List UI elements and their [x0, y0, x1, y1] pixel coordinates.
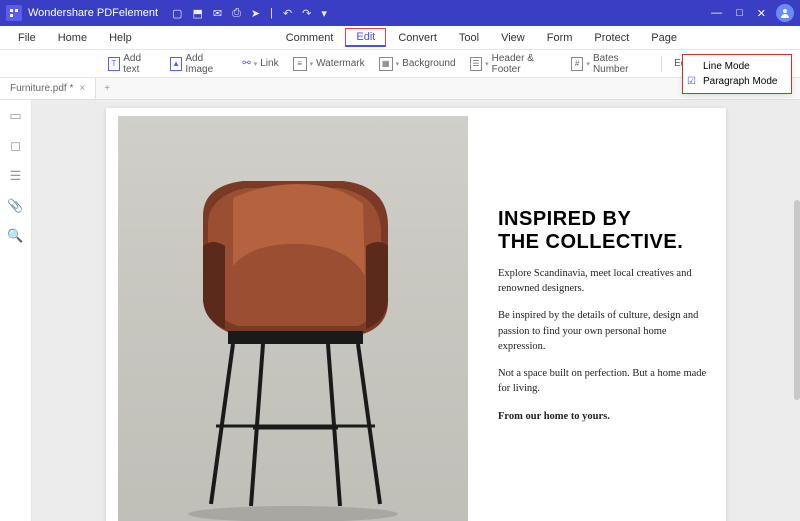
menu-view[interactable]: View — [491, 29, 535, 47]
app-logo — [6, 5, 22, 21]
send-icon[interactable]: ➤ — [251, 7, 260, 20]
edit-mode-dropdown: Line Mode Paragraph Mode — [682, 54, 792, 94]
close-button[interactable]: ✕ — [757, 7, 766, 20]
attachments-icon[interactable]: 📎 — [8, 198, 24, 214]
paragraph-3[interactable]: Not a space built on perfection. But a h… — [498, 366, 708, 396]
menu-file[interactable]: File — [8, 29, 46, 47]
menu-protect[interactable]: Protect — [584, 29, 639, 47]
header-footer-button[interactable]: ☰▾Header & Footer — [466, 53, 561, 75]
watermark-button[interactable]: ≡▾Watermark — [289, 57, 369, 71]
document-text-column: INSPIRED BY THE COLLECTIVE. Explore Scan… — [498, 208, 708, 424]
link-button[interactable]: ⚯▾Link — [238, 58, 282, 69]
thumbnails-icon[interactable]: ▭ — [8, 108, 24, 124]
maximize-button[interactable]: □ — [736, 7, 743, 19]
menu-form[interactable]: Form — [537, 29, 583, 47]
bookmark-icon[interactable]: ◻ — [8, 138, 24, 154]
watermark-icon: ≡ — [293, 57, 307, 71]
divider-icon: | — [270, 7, 273, 19]
menu-convert[interactable]: Convert — [388, 29, 447, 47]
background-button[interactable]: ▦▾Background — [375, 57, 460, 71]
heading-line1[interactable]: INSPIRED BY — [498, 208, 708, 231]
line-mode-option[interactable]: Line Mode — [683, 59, 791, 74]
separator — [661, 56, 662, 72]
paragraph-4[interactable]: From our home to yours. — [498, 409, 708, 424]
print-icon[interactable]: ⎙ — [232, 7, 241, 20]
chair-image — [118, 116, 468, 521]
text-icon: T — [108, 57, 121, 71]
redo-icon[interactable]: ↷ — [302, 7, 311, 20]
menubar: File Home Help Comment Edit Convert Tool… — [0, 26, 800, 50]
search-icon[interactable]: 🔍 — [8, 228, 24, 244]
titlebar: Wondershare PDFelement ▢ ⬒ ✉ ⎙ ➤ | ↶ ↷ ▾… — [0, 0, 800, 26]
bates-number-button[interactable]: #▾Bates Number — [567, 53, 653, 75]
menu-tool[interactable]: Tool — [449, 29, 489, 47]
tab-furniture[interactable]: Furniture.pdf * × — [0, 78, 96, 99]
main-area: ▭ ◻ ☰ 📎 🔍 — [0, 100, 800, 521]
header-footer-icon: ☰ — [470, 57, 483, 71]
minimize-button[interactable]: — — [711, 7, 722, 19]
menu-edit[interactable]: Edit — [345, 28, 386, 47]
bates-icon: # — [571, 57, 584, 71]
background-icon: ▦ — [379, 57, 393, 71]
tab-label: Furniture.pdf * — [10, 83, 73, 94]
edit-toolbar: TAdd text ▲Add Image ⚯▾Link ≡▾Watermark … — [0, 50, 800, 78]
image-icon: ▲ — [170, 57, 183, 71]
paragraph-1[interactable]: Explore Scandinavia, meet local creative… — [498, 266, 708, 296]
menu-help[interactable]: Help — [99, 29, 142, 47]
window-controls: — □ ✕ — [711, 7, 766, 20]
more-icon[interactable]: ▾ — [321, 7, 327, 20]
app-title: Wondershare PDFelement — [28, 7, 158, 19]
add-image-button[interactable]: ▲Add Image — [166, 53, 233, 75]
document-tabs: Furniture.pdf * × + — [0, 78, 800, 100]
vertical-scrollbar[interactable] — [794, 200, 800, 400]
add-text-button[interactable]: TAdd text — [104, 53, 160, 75]
pdf-page[interactable]: INSPIRED BY THE COLLECTIVE. Explore Scan… — [106, 108, 726, 521]
mail-icon[interactable]: ✉ — [213, 7, 222, 20]
document-canvas[interactable]: INSPIRED BY THE COLLECTIVE. Explore Scan… — [32, 100, 800, 521]
open-icon[interactable]: ▢ — [172, 7, 182, 20]
quick-access: ▢ ⬒ ✉ ⎙ ➤ | ↶ ↷ ▾ — [172, 7, 327, 20]
user-avatar[interactable] — [776, 4, 794, 22]
menu-home[interactable]: Home — [48, 29, 97, 47]
menu-comment[interactable]: Comment — [276, 29, 344, 47]
menu-page[interactable]: Page — [641, 29, 687, 47]
tab-close-icon[interactable]: × — [79, 83, 85, 94]
undo-icon[interactable]: ↶ — [283, 7, 292, 20]
heading-line2[interactable]: THE COLLECTIVE. — [498, 231, 708, 254]
paragraph-mode-option[interactable]: Paragraph Mode — [683, 74, 791, 89]
comments-icon[interactable]: ☰ — [8, 168, 24, 184]
link-icon: ⚯ — [242, 58, 250, 69]
paragraph-2[interactable]: Be inspired by the details of culture, d… — [498, 308, 708, 354]
left-sidebar: ▭ ◻ ☰ 📎 🔍 — [0, 100, 32, 521]
new-tab-button[interactable]: + — [96, 83, 118, 94]
save-icon[interactable]: ⬒ — [192, 7, 202, 20]
